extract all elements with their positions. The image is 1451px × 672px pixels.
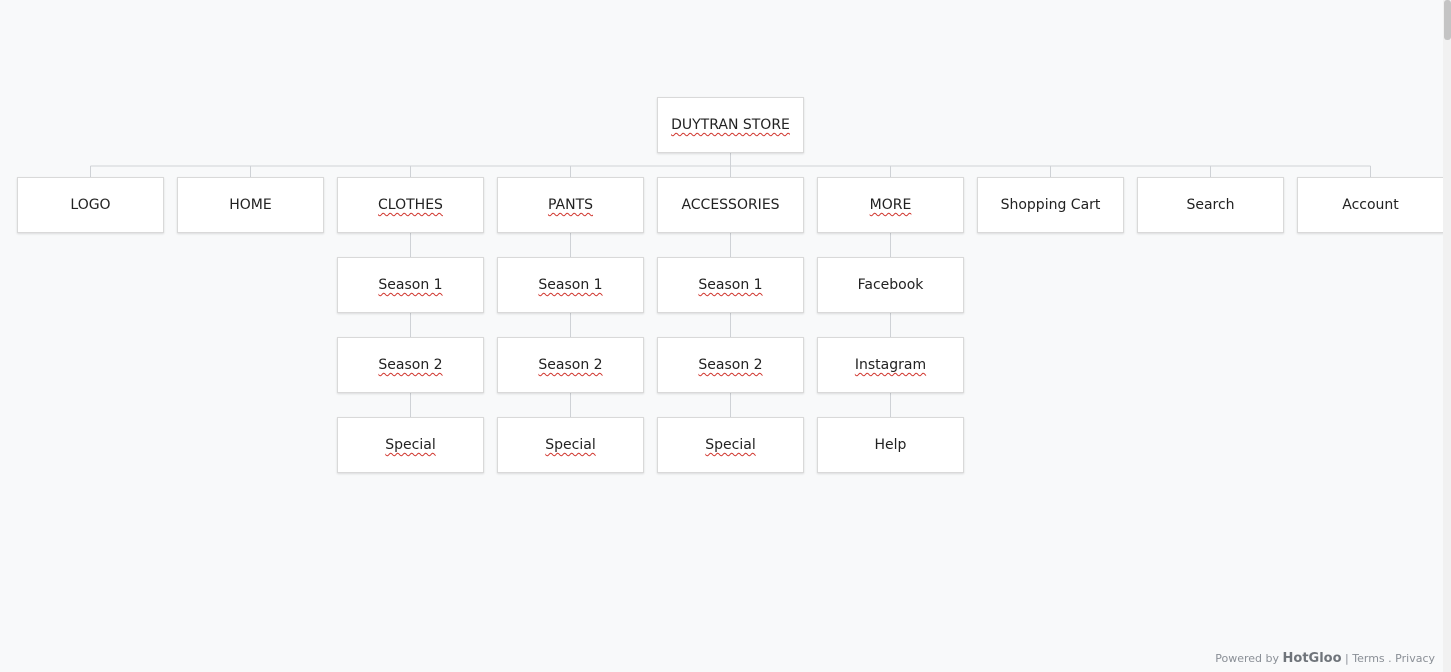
node-more-facebook-label: Facebook <box>857 277 924 293</box>
node-clothes-season-2[interactable]: Season 2 <box>337 337 484 393</box>
node-shopping-cart-label: Shopping Cart <box>1000 197 1101 213</box>
node-accessories[interactable]: ACCESSORIES <box>657 177 804 233</box>
node-more-help[interactable]: Help <box>817 417 964 473</box>
node-home-label: HOME <box>229 197 272 213</box>
node-clothes-special[interactable]: Special <box>337 417 484 473</box>
root-node-label: DUYTRAN STORE <box>671 117 790 133</box>
node-more-instagram[interactable]: Instagram <box>817 337 964 393</box>
node-pants-label: PANTS <box>547 197 594 213</box>
node-accessories-season-1-label: Season 1 <box>698 277 763 293</box>
node-pants-special[interactable]: Special <box>497 417 644 473</box>
root-node[interactable]: DUYTRAN STORE <box>657 97 804 153</box>
vertical-scrollbar[interactable] <box>1443 0 1451 672</box>
node-accessories-season-2-label: Season 2 <box>698 357 763 373</box>
node-logo-label: LOGO <box>70 197 111 213</box>
node-account[interactable]: Account <box>1297 177 1444 233</box>
node-more-instagram-label: Instagram <box>854 357 927 373</box>
node-logo[interactable]: LOGO <box>17 177 164 233</box>
node-accessories-special[interactable]: Special <box>657 417 804 473</box>
node-pants-season-1-label: Season 1 <box>538 277 603 293</box>
node-clothes[interactable]: CLOTHES <box>337 177 484 233</box>
node-accessories-season-1[interactable]: Season 1 <box>657 257 804 313</box>
powered-by-label: Powered by <box>1215 652 1280 665</box>
footer-separator: | <box>1345 652 1349 665</box>
node-more-label: MORE <box>869 197 912 213</box>
node-account-label: Account <box>1342 197 1399 213</box>
node-accessories-season-2[interactable]: Season 2 <box>657 337 804 393</box>
node-clothes-label: CLOTHES <box>378 197 443 213</box>
hotgloo-brand[interactable]: HotGloo <box>1283 651 1342 666</box>
scrollbar-thumb[interactable] <box>1444 0 1451 40</box>
node-search[interactable]: Search <box>1137 177 1284 233</box>
sitemap-canvas: DUYTRAN STORE LOGO HOME CLOTHES Season 1 Seas… <box>0 0 1451 672</box>
node-home[interactable]: HOME <box>177 177 324 233</box>
footer-dot: . <box>1388 652 1392 665</box>
node-search-label: Search <box>1186 197 1235 213</box>
node-pants-season-2-label: Season 2 <box>538 357 603 373</box>
privacy-link[interactable]: Privacy <box>1395 652 1435 665</box>
node-pants-season-1[interactable]: Season 1 <box>497 257 644 313</box>
node-pants[interactable]: PANTS <box>497 177 644 233</box>
node-accessories-special-label: Special <box>705 437 756 453</box>
node-shopping-cart[interactable]: Shopping Cart <box>977 177 1124 233</box>
node-clothes-season-1[interactable]: Season 1 <box>337 257 484 313</box>
terms-link[interactable]: Terms <box>1352 652 1384 665</box>
node-accessories-label: ACCESSORIES <box>681 197 780 213</box>
node-clothes-special-label: Special <box>385 437 436 453</box>
node-pants-season-2[interactable]: Season 2 <box>497 337 644 393</box>
node-more[interactable]: MORE <box>817 177 964 233</box>
node-more-help-label: Help <box>874 437 907 453</box>
footer: Powered by HotGloo | Terms . Privacy <box>1215 651 1435 666</box>
node-clothes-season-1-label: Season 1 <box>378 277 443 293</box>
node-clothes-season-2-label: Season 2 <box>378 357 443 373</box>
node-pants-special-label: Special <box>545 437 596 453</box>
node-more-facebook[interactable]: Facebook <box>817 257 964 313</box>
